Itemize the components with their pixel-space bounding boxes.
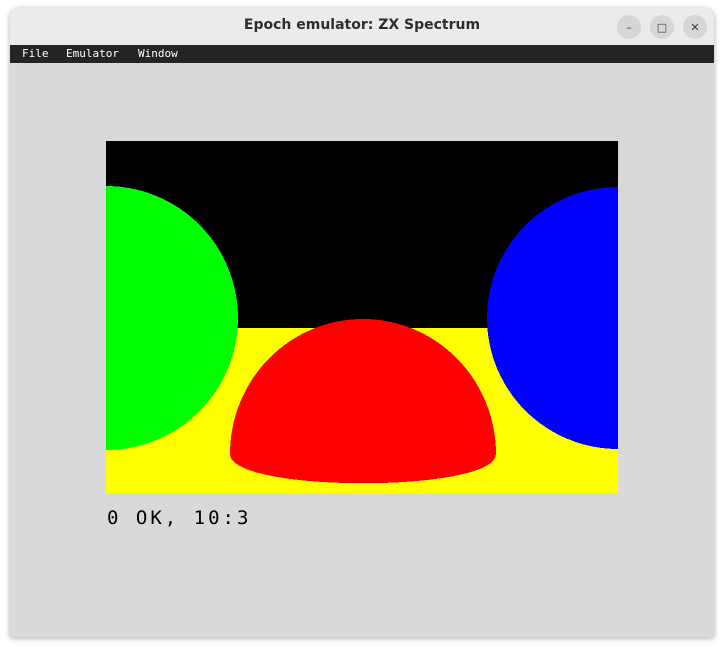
close-icon: ✕ (690, 20, 700, 34)
maximize-button[interactable]: □ (650, 15, 674, 39)
menu-bar: File Emulator Window (10, 45, 714, 63)
close-button[interactable]: ✕ (683, 15, 707, 39)
title-bar[interactable]: Epoch emulator: ZX Spectrum – □ ✕ (10, 8, 714, 46)
spectrum-screen[interactable] (106, 141, 618, 493)
menu-window[interactable]: Window (138, 47, 178, 61)
minimize-icon: – (626, 20, 632, 34)
status-line: 0 OK, 10:3 (107, 507, 252, 529)
maximize-icon: □ (656, 20, 668, 34)
minimize-button[interactable]: – (617, 15, 641, 39)
menu-file[interactable]: File (22, 47, 49, 61)
emulator-window: Epoch emulator: ZX Spectrum – □ ✕ File E… (10, 8, 714, 637)
window-title: Epoch emulator: ZX Spectrum (243, 17, 481, 33)
menu-emulator[interactable]: Emulator (66, 47, 119, 61)
